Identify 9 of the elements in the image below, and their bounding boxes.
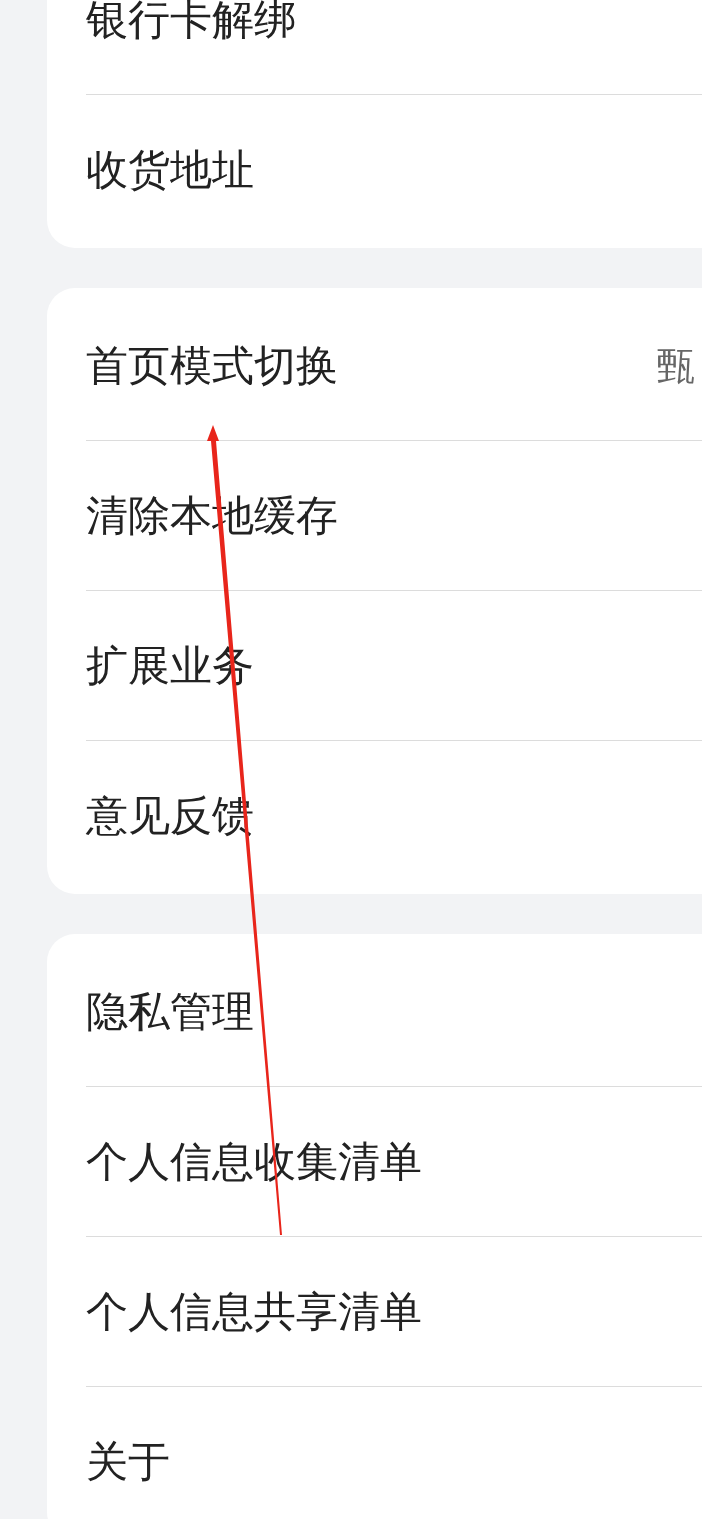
row-label: 首页模式切换 — [86, 344, 338, 387]
row-value: 甄 — [657, 346, 695, 385]
settings-row[interactable]: 个人信息共享清单 — [47, 1237, 702, 1387]
row-label: 关于 — [86, 1441, 170, 1483]
row-label: 隐私管理 — [86, 990, 254, 1033]
row-label: 个人信息共享清单 — [86, 1290, 422, 1333]
settings-row[interactable]: 收货地址 — [47, 95, 702, 245]
row-label: 收货地址 — [86, 149, 254, 191]
settings-row[interactable]: 关于 — [47, 1387, 702, 1519]
